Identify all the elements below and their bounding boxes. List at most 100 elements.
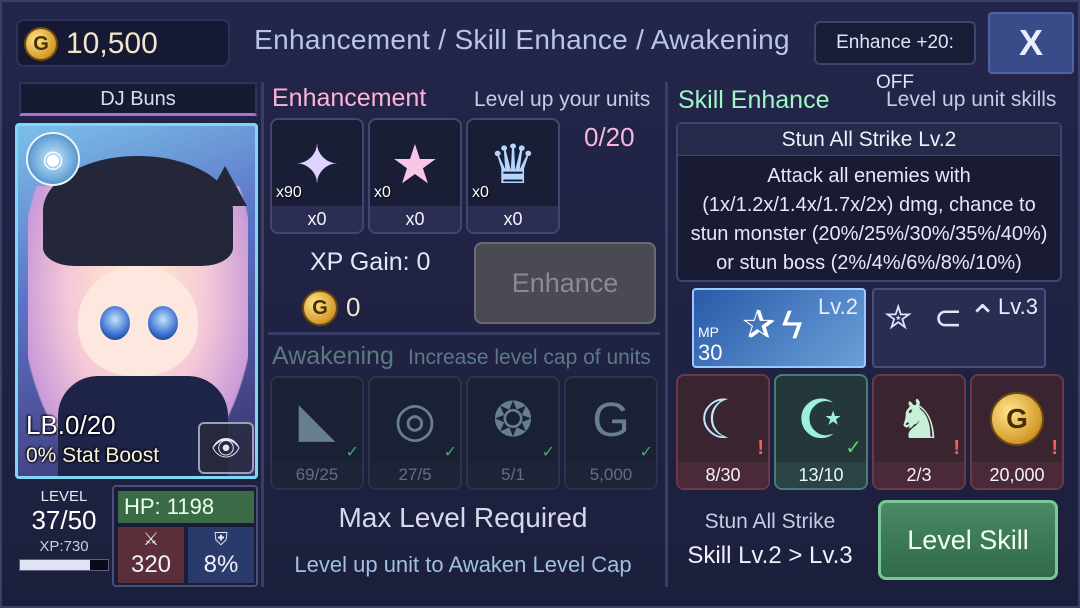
enhance-button[interactable]: Enhance [474, 242, 656, 324]
level-skill-button[interactable]: Level Skill [878, 500, 1058, 580]
material-slot-fairy[interactable]: ♛ x0 x0 [466, 118, 560, 234]
awakening-slot-disc[interactable]: ◎ ✓ 27/5 [368, 376, 462, 490]
character-face [78, 266, 198, 376]
bunny-icon: ♞ [894, 389, 944, 450]
max-level-message: Max Level Required [338, 502, 588, 533]
mp-label: MP [698, 324, 719, 340]
gold-cost-value: 0 [346, 292, 361, 322]
xp-label: XP:730 [39, 538, 89, 555]
character-eye-left [100, 306, 130, 340]
skill-name-level: Stun All Strike Lv.2 [678, 124, 1060, 156]
limit-break-text: LB.0/20 [26, 410, 116, 440]
material-selected: x0 [468, 206, 558, 232]
warning-icon: ! [953, 437, 960, 459]
awakening-requirement: 69/25 [272, 462, 362, 488]
skill-panel: Skill Enhance Level up unit skills Stun … [670, 82, 1068, 587]
check-icon: ✓ [541, 444, 555, 461]
stun-strike-icon: ✰ϟ [742, 303, 809, 347]
material-selected: x0 [272, 206, 362, 232]
hp-stat: HP: 1198 [118, 491, 254, 523]
warning-icon: ! [1051, 437, 1058, 459]
awakening-title: Awakening [272, 342, 394, 370]
material-owned: x0 [374, 184, 391, 201]
skill-description: Attack all enemies with (1x/1.2x/1.4x/1.… [690, 165, 1048, 274]
skill-title: Skill Enhance [678, 86, 830, 114]
check-icon: ✓ [845, 437, 862, 459]
xp-gain: XP Gain: 0 [310, 248, 431, 276]
awakening-divider [268, 332, 660, 335]
skill-card-next[interactable]: ✮ ⊂⌃ Lv.3 [872, 288, 1046, 368]
awakening-subtitle: Increase level cap of units [408, 346, 651, 369]
check-icon: ✓ [639, 444, 653, 461]
gold-display: G 10,500 [16, 19, 230, 67]
enhancement-subtitle: Level up your units [474, 88, 651, 111]
skill-material-requirement: 2/3 [874, 462, 964, 488]
enhancement-panel: Enhancement Level up your units ✦ x90 x0… [264, 82, 662, 587]
level-label: LEVEL [40, 488, 88, 505]
material-count: 0/20 [584, 122, 635, 152]
skill-card-level: Lv.3 [998, 294, 1038, 319]
material-slot-star[interactable]: ★ x0 x0 [368, 118, 462, 234]
max-level-submessage: Level up unit to Awaken Level Cap [294, 552, 632, 577]
level-box: LEVEL 37/50 XP:730 [17, 488, 111, 584]
skill-footer-level: Skill Lv.2 > Lv.3 [687, 542, 853, 569]
skill-footer-name: Stun All Strike [704, 510, 836, 533]
gold-amount: 10,500 [66, 27, 158, 60]
hat-ear-left [83, 166, 127, 206]
unit-name: DJ Buns [19, 82, 257, 116]
skill-material-requirement: 8/30 [678, 462, 768, 488]
gold-coin-icon: G [302, 290, 338, 326]
passive-skill-icon: ✮ ⊂⌃ [884, 299, 1003, 337]
attack-value: 320 [130, 551, 172, 578]
check-icon: ✓ [443, 444, 457, 461]
awakening-slot-feather[interactable]: ◣ ✓ 69/25 [270, 376, 364, 490]
material-slot-sparkle[interactable]: ✦ x90 x0 [270, 118, 364, 234]
defense-value: 8% [203, 551, 239, 578]
mp-value: 30 [698, 340, 723, 365]
skill-material-bunny[interactable]: ♞ ! 2/3 [872, 374, 966, 490]
awakening-slot-winged-disc[interactable]: ❂ ✓ 5/1 [466, 376, 560, 490]
defense-stat: ⛨ 8% [188, 527, 254, 583]
ripple-icon: ◉ [26, 132, 80, 186]
skill-material-moon[interactable]: ☾ ! 8/30 [676, 374, 770, 490]
skill-subtitle: Level up unit skills [886, 88, 1057, 111]
attack-stat: ⚔ 320 [118, 527, 184, 583]
gold-coin-icon: G [972, 376, 1062, 462]
enhance-plus20-toggle[interactable]: Enhance +20: OFF [814, 21, 976, 93]
view-eye-icon[interactable]: 👁 [198, 422, 254, 474]
divider-right [665, 82, 668, 587]
gold-coin-glyph: G [990, 392, 1044, 446]
enhancement-title: Enhancement [272, 84, 427, 112]
skill-card-current[interactable]: ✰ϟ Lv.2 MP 30 [692, 288, 866, 368]
skill-description-box: Stun All Strike Lv.2 Attack all enemies … [676, 122, 1062, 282]
xp-bar-fill [20, 560, 91, 570]
moon-icon: ☾ [698, 389, 748, 450]
awakening-slot-gold[interactable]: G ✓ 5,000 [564, 376, 658, 490]
awakening-requirement: 5,000 [566, 462, 656, 488]
warning-icon: ! [757, 437, 764, 459]
sword-icon: ⚔ [142, 529, 160, 549]
stat-boost-text: 0% Stat Boost [26, 444, 160, 467]
level-value: 37/50 [31, 505, 97, 535]
enhancement-screen: G 10,500 Enhancement / Skill Enhance / A… [0, 0, 1080, 608]
check-icon: ✓ [345, 444, 359, 461]
header: G 10,500 Enhancement / Skill Enhance / A… [2, 2, 1080, 93]
material-owned: x90 [276, 184, 302, 201]
material-selected: x0 [370, 206, 460, 232]
awakening-requirement: 5/1 [468, 462, 558, 488]
skill-card-level: Lv.2 [818, 294, 858, 319]
page-title: Enhancement / Skill Enhance / Awakening [254, 24, 790, 55]
skill-material-crescent-orb[interactable]: ☪ ✓ 13/10 [774, 374, 868, 490]
hat-ear-right [203, 166, 247, 206]
awakening-requirement: 27/5 [370, 462, 460, 488]
stats-box: HP: 1198 ⚔ 320 ⛨ 8% [112, 485, 258, 587]
xp-bar [19, 559, 109, 571]
close-button[interactable]: X [988, 12, 1074, 74]
shield-icon: ⛨ [214, 529, 228, 549]
skill-material-requirement: 13/10 [776, 462, 866, 488]
unit-portrait: ◉ LB.0/20 0% Stat Boost 👁 [15, 123, 258, 479]
character-eye-right [148, 306, 178, 340]
skill-material-requirement: 20,000 [972, 462, 1062, 488]
material-owned: x0 [472, 184, 489, 201]
skill-material-gold[interactable]: G ! 20,000 [970, 374, 1064, 490]
